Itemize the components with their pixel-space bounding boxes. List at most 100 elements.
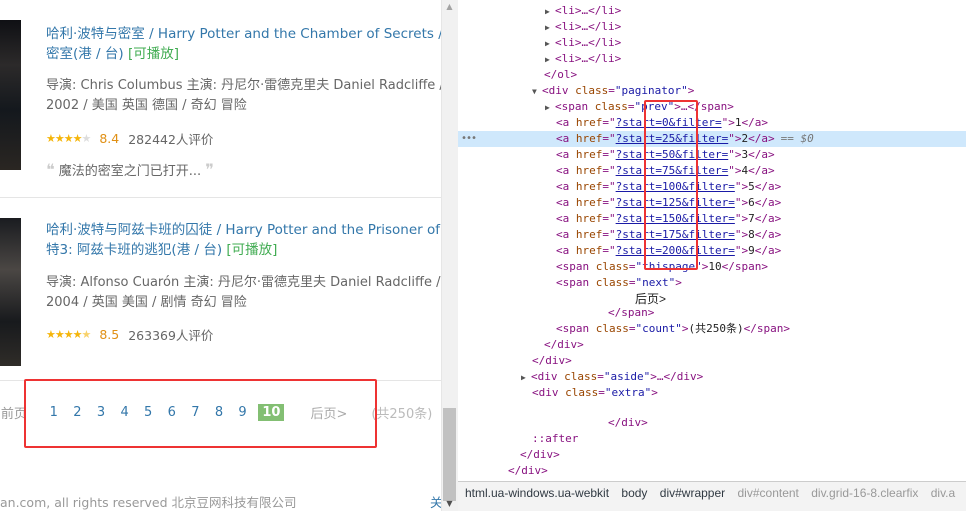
dom-node[interactable]: </div>	[458, 447, 966, 463]
expand-triangle-icon[interactable]: ▶	[545, 4, 555, 20]
dom-node-page-link[interactable]: <a href="?start=150&filter=">7</a>	[458, 211, 966, 227]
dom-node[interactable]: ▶ <li>…</li>	[458, 19, 966, 35]
breadcrumb-item[interactable]: div.grid-16-8.clearfix	[811, 486, 918, 500]
page-link-4[interactable]: 4	[113, 405, 137, 420]
movie-title-en[interactable]: / Harry Potter and the Chamber of Secret…	[149, 26, 434, 42]
dom-node-paginator[interactable]: ▼ <div class="paginator">	[458, 83, 966, 99]
footer: an.com, all rights reserved 北京豆网科技有限公司 关	[0, 492, 441, 511]
href-link[interactable]: ?start=0&filter=	[616, 116, 722, 129]
link-text: 9	[748, 244, 755, 257]
rating-votes: 263369人评价	[128, 328, 214, 343]
rating-score: 8.5	[99, 327, 120, 342]
movie-title-cn[interactable]: 哈利·波特与阿兹卡班的囚徒	[46, 222, 212, 238]
page-link-9[interactable]: 9	[231, 405, 255, 420]
expand-triangle-icon[interactable]: ▶	[545, 52, 555, 68]
movie-title[interactable]: 哈利·波特与密室 / Harry Potter and the Chamber …	[46, 24, 441, 44]
page-link-6[interactable]: 6	[160, 405, 184, 420]
breadcrumb-item[interactable]: html.ua-windows.ua-webkit	[465, 486, 609, 500]
dom-node[interactable]: </span>	[458, 305, 966, 321]
current-page: 10	[258, 403, 285, 421]
dom-node-next[interactable]: <span class="next">	[458, 275, 966, 291]
scrollbar-thumb[interactable]	[443, 408, 456, 501]
dom-node[interactable]: </div>	[458, 463, 966, 479]
movie-alt-title[interactable]: 密室(港 / 台)	[46, 46, 124, 62]
rating-votes: 282442人评价	[128, 132, 214, 147]
playable-tag: [可播放]	[127, 46, 180, 62]
dom-node-after[interactable]: ::after	[458, 431, 966, 447]
close-quote-icon: ❞	[205, 160, 214, 179]
page-link-7[interactable]: 7	[184, 405, 208, 420]
href-link[interactable]: ?start=150&filter=	[616, 212, 735, 225]
expand-triangle-icon[interactable]: ▶	[545, 20, 555, 36]
divider	[0, 197, 441, 198]
rating-stars-icon: ★★★★★	[46, 132, 91, 145]
movie-credits: 导演: Chris Columbus 主演: 丹尼尔·雷德克里夫 Daniel …	[46, 78, 441, 93]
dom-node[interactable]: </div>	[458, 353, 966, 369]
next-page-label: 后页>	[310, 406, 348, 422]
rating-stars-icon: ★★★★★	[46, 328, 91, 341]
href-link[interactable]: ?start=50&filter=	[616, 148, 729, 161]
page-link-2[interactable]: 2	[66, 405, 90, 420]
dom-node-page-link[interactable]: <a href="?start=100&filter=">5</a>	[458, 179, 966, 195]
href-link[interactable]: ?start=175&filter=	[616, 228, 735, 241]
dom-node[interactable]: ▶ <li>…</li>	[458, 51, 966, 67]
movie-title[interactable]: 哈利·波特与阿兹卡班的囚徒 / Harry Potter and the Pri…	[46, 220, 441, 240]
paginator: <前页 1 2 3 4 5 6 7 8 9 10 后页> (共250条)	[0, 395, 441, 429]
href-link[interactable]: ?start=75&filter=	[616, 164, 729, 177]
movie-alt-title[interactable]: 特3: 阿兹卡班的逃犯(港 / 台)	[46, 242, 222, 258]
collapse-triangle-icon[interactable]: ▼	[532, 84, 542, 100]
movie-item: 哈利·波特与密室 / Harry Potter and the Chamber …	[46, 24, 441, 64]
dom-node[interactable]: ▶ <li>…</li>	[458, 35, 966, 51]
dom-node-count[interactable]: <span class="count">(共250条)</span>	[458, 321, 966, 337]
footer-copyright: an.com, all rights reserved 北京豆网科技有限公司	[0, 495, 297, 510]
dom-node[interactable]: </ol>	[458, 67, 966, 83]
movie-title-cn[interactable]: 哈利·波特与密室	[46, 26, 145, 42]
dom-node-extra[interactable]: <div class="extra">	[458, 385, 966, 401]
scroll-down-icon[interactable]: ▼	[441, 497, 458, 511]
footer-link[interactable]: 关	[430, 492, 441, 511]
page-link-1[interactable]: 1	[42, 405, 66, 420]
expand-triangle-icon[interactable]: ▶	[545, 100, 555, 116]
movie-title-en[interactable]: / Harry Potter and the Prisoner of A	[217, 222, 441, 238]
dom-node-page-link[interactable]: <a href="?start=0&filter=">1</a>	[458, 115, 966, 131]
dom-node-page-link[interactable]: <a href="?start=25&filter=">2</a> == $0 ••…	[458, 131, 966, 147]
selected-node-marker: == $0	[780, 132, 814, 145]
page-link-8[interactable]: 8	[207, 405, 231, 420]
movie-poster[interactable]	[0, 20, 21, 170]
href-link[interactable]: ?start=100&filter=	[616, 180, 735, 193]
divider	[0, 380, 441, 381]
breadcrumb-item[interactable]: div#content	[738, 486, 799, 500]
dom-node[interactable]: </div>	[458, 415, 966, 431]
dom-node[interactable]: ▶ <span class="prev">…</span>	[458, 99, 966, 115]
dom-node-page-link[interactable]: <a href="?start=175&filter=">8</a>	[458, 227, 966, 243]
breadcrumb-item[interactable]: body	[621, 486, 647, 500]
movie-poster[interactable]	[0, 218, 21, 366]
link-text: 8	[748, 228, 755, 241]
breadcrumb-item[interactable]: div.a	[931, 486, 955, 500]
link-text: 6	[748, 196, 755, 209]
movie-credits: 导演: Alfonso Cuarón 主演: 丹尼尔·雷德克里夫 Daniel …	[46, 275, 441, 290]
link-text: 5	[748, 180, 755, 193]
href-link[interactable]: ?start=125&filter=	[616, 196, 735, 209]
breadcrumb-item[interactable]: div#wrapper	[660, 486, 725, 500]
dom-node[interactable]: ▶ <li>…</li>	[458, 3, 966, 19]
expand-triangle-icon[interactable]: ▶	[545, 36, 555, 52]
dom-node-page-link[interactable]: <a href="?start=50&filter=">3</a>	[458, 147, 966, 163]
more-options-icon[interactable]: •••	[461, 131, 477, 147]
expand-triangle-icon[interactable]: ▶	[521, 370, 531, 386]
page-link-5[interactable]: 5	[136, 405, 160, 420]
dom-node-page-link[interactable]: <a href="?start=75&filter=">4</a>	[458, 163, 966, 179]
scroll-up-icon[interactable]: ▲	[441, 0, 458, 14]
dom-node-aside[interactable]: ▶ <div class="aside">…</div>	[458, 369, 966, 385]
href-link[interactable]: ?start=25&filter=	[616, 132, 729, 145]
page-link-3[interactable]: 3	[89, 405, 113, 420]
dom-node-page-link[interactable]: <a href="?start=125&filter=">6</a>	[458, 195, 966, 211]
devtools-elements-panel: ▶ <li>…</li> ▶ <li>…</li> ▶ <li>…</li> ▶ <li…	[458, 0, 966, 511]
prev-page-link[interactable]: <前页	[0, 403, 38, 422]
dom-node-page-link[interactable]: <a href="?start=200&filter=">9</a>	[458, 243, 966, 259]
dom-node-thispage[interactable]: <span class="thispage">10</span>	[458, 259, 966, 275]
douban-page: 哈利·波特与密室 / Harry Potter and the Chamber …	[0, 0, 441, 511]
movie-info: 2004 / 英国 美国 / 剧情 奇幻 冒险	[46, 295, 247, 310]
href-link[interactable]: ?start=200&filter=	[616, 244, 735, 257]
dom-node[interactable]: </div>	[458, 337, 966, 353]
